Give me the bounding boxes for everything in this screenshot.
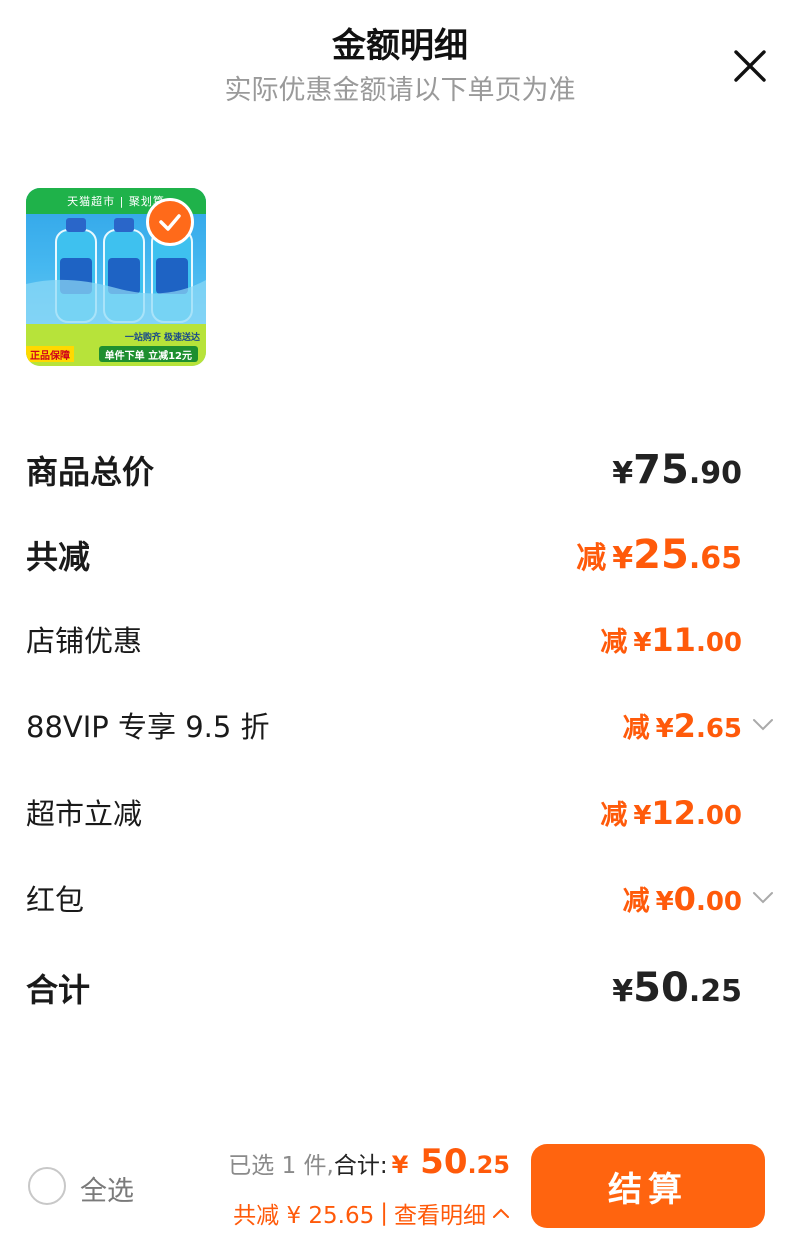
amount-dec: .65 [695,713,742,744]
grand-total-label: 合计 [26,971,91,1009]
row-vip-discount[interactable]: 88VIP 专享 9.5 折 减 ¥2.65 [26,700,773,750]
red-packet-value: 减 ¥0.00 [623,879,742,918]
red-packet-expand-button[interactable] [750,885,776,911]
row-goods-total: 商品总价 ¥75.90 [26,440,742,500]
amount-int: 0 [673,879,696,918]
row-store-discount: 店铺优惠 减 ¥11.00 [26,614,742,664]
vip-discount-value: 减 ¥2.65 [623,706,742,745]
currency: ¥ [612,456,634,491]
close-icon [734,50,766,82]
chevron-down-icon [753,719,773,731]
saved-amount: 共减 ¥ 25.65 [233,1203,375,1229]
amount-int: 11 [651,620,696,659]
amount-dec: .00 [695,886,742,917]
row-red-packet[interactable]: 红包 减 ¥0.00 [26,873,773,923]
vip-expand-button[interactable] [750,712,776,738]
view-detail-label: 查看明细 [394,1203,486,1229]
amount-int: 12 [651,793,696,832]
chevron-down-icon [753,892,773,904]
row-grand-total: 合计 ¥50.25 [26,958,742,1018]
view-detail-link[interactable]: 共减 ¥ 25.65 | 查看明细 [233,1196,510,1230]
row-market-discount: 超市立减 减 ¥12.00 [26,787,742,837]
currency: ¥ [612,974,634,1009]
store-discount-label: 店铺优惠 [26,624,143,658]
promo-text-1: 一站购齐 极速送达 [124,333,200,343]
close-button[interactable] [724,40,776,92]
market-discount-label: 超市立减 [26,797,143,831]
amount-dec: .00 [695,800,742,831]
page-subtitle: 实际优惠金额请以下单页为准 [224,75,576,106]
currency: ¥ [391,1151,409,1179]
selected-check[interactable] [146,198,194,246]
currency: ¥ [612,541,634,576]
amount-dec: .25 [467,1151,510,1179]
check-icon [159,214,181,231]
select-all-label[interactable]: 全选 [80,1169,134,1208]
checkout-bar: 全选 已选 1 件, 合计: ¥ 50.25 共减 ¥ 25.65 | 查看明细… [0,1120,800,1241]
amount-dec: .90 [688,456,742,491]
minus-prefix: 减 [576,541,607,576]
select-all-radio[interactable] [28,1167,66,1205]
minus-prefix: 减 [622,885,650,917]
selection-summary: 已选 1 件, 合计: ¥ 50.25 [228,1142,510,1182]
amount-dec: .00 [695,627,742,658]
amount-int: 2 [673,706,696,745]
total-discount-value: 减 ¥25.65 [576,532,742,578]
page-title: 金额明细 [332,26,468,66]
red-packet-label: 红包 [26,883,85,917]
currency: ¥ [655,713,674,744]
amount-dec: .65 [688,541,742,576]
amount-int: 50 [408,1142,468,1182]
amount-detail-sheet: 金额明细 实际优惠金额请以下单页为准 天猫超市 | 聚划算 一站购齐 极速送达 [0,0,800,1241]
goods-total-label: 商品总价 [26,453,155,491]
total-amount: ¥ 50.25 [392,1142,510,1182]
vip-discount-label: 88VIP 专享 9.5 折 [26,710,270,744]
store-discount-value: 减 ¥11.00 [600,620,742,659]
amount-int: 75 [633,447,689,493]
genuine-tag: 正品保障 [26,346,74,362]
separator: | [380,1200,388,1226]
amount-dec: .25 [688,974,742,1009]
amount-int: 50 [633,965,689,1011]
goods-total-value: ¥75.90 [612,447,742,493]
total-label: 合计: [333,1153,388,1179]
row-total-discount: 共减 减 ¥25.65 [26,525,742,585]
amount-int: 25 [633,532,689,578]
currency: ¥ [655,886,674,917]
selected-count: 已选 1 件, [228,1153,334,1179]
promo-text-2: 单件下单 立减12元 [98,346,198,362]
minus-prefix: 减 [600,626,628,658]
market-discount-value: 减 ¥12.00 [600,793,742,832]
grand-total-value: ¥50.25 [612,965,742,1011]
chevron-up-icon [493,1208,509,1218]
currency: ¥ [633,627,652,658]
total-discount-label: 共减 [26,538,91,576]
checkout-button[interactable]: 结算 [531,1144,765,1228]
minus-prefix: 减 [600,799,628,831]
currency: ¥ [633,800,652,831]
minus-prefix: 减 [622,712,650,744]
